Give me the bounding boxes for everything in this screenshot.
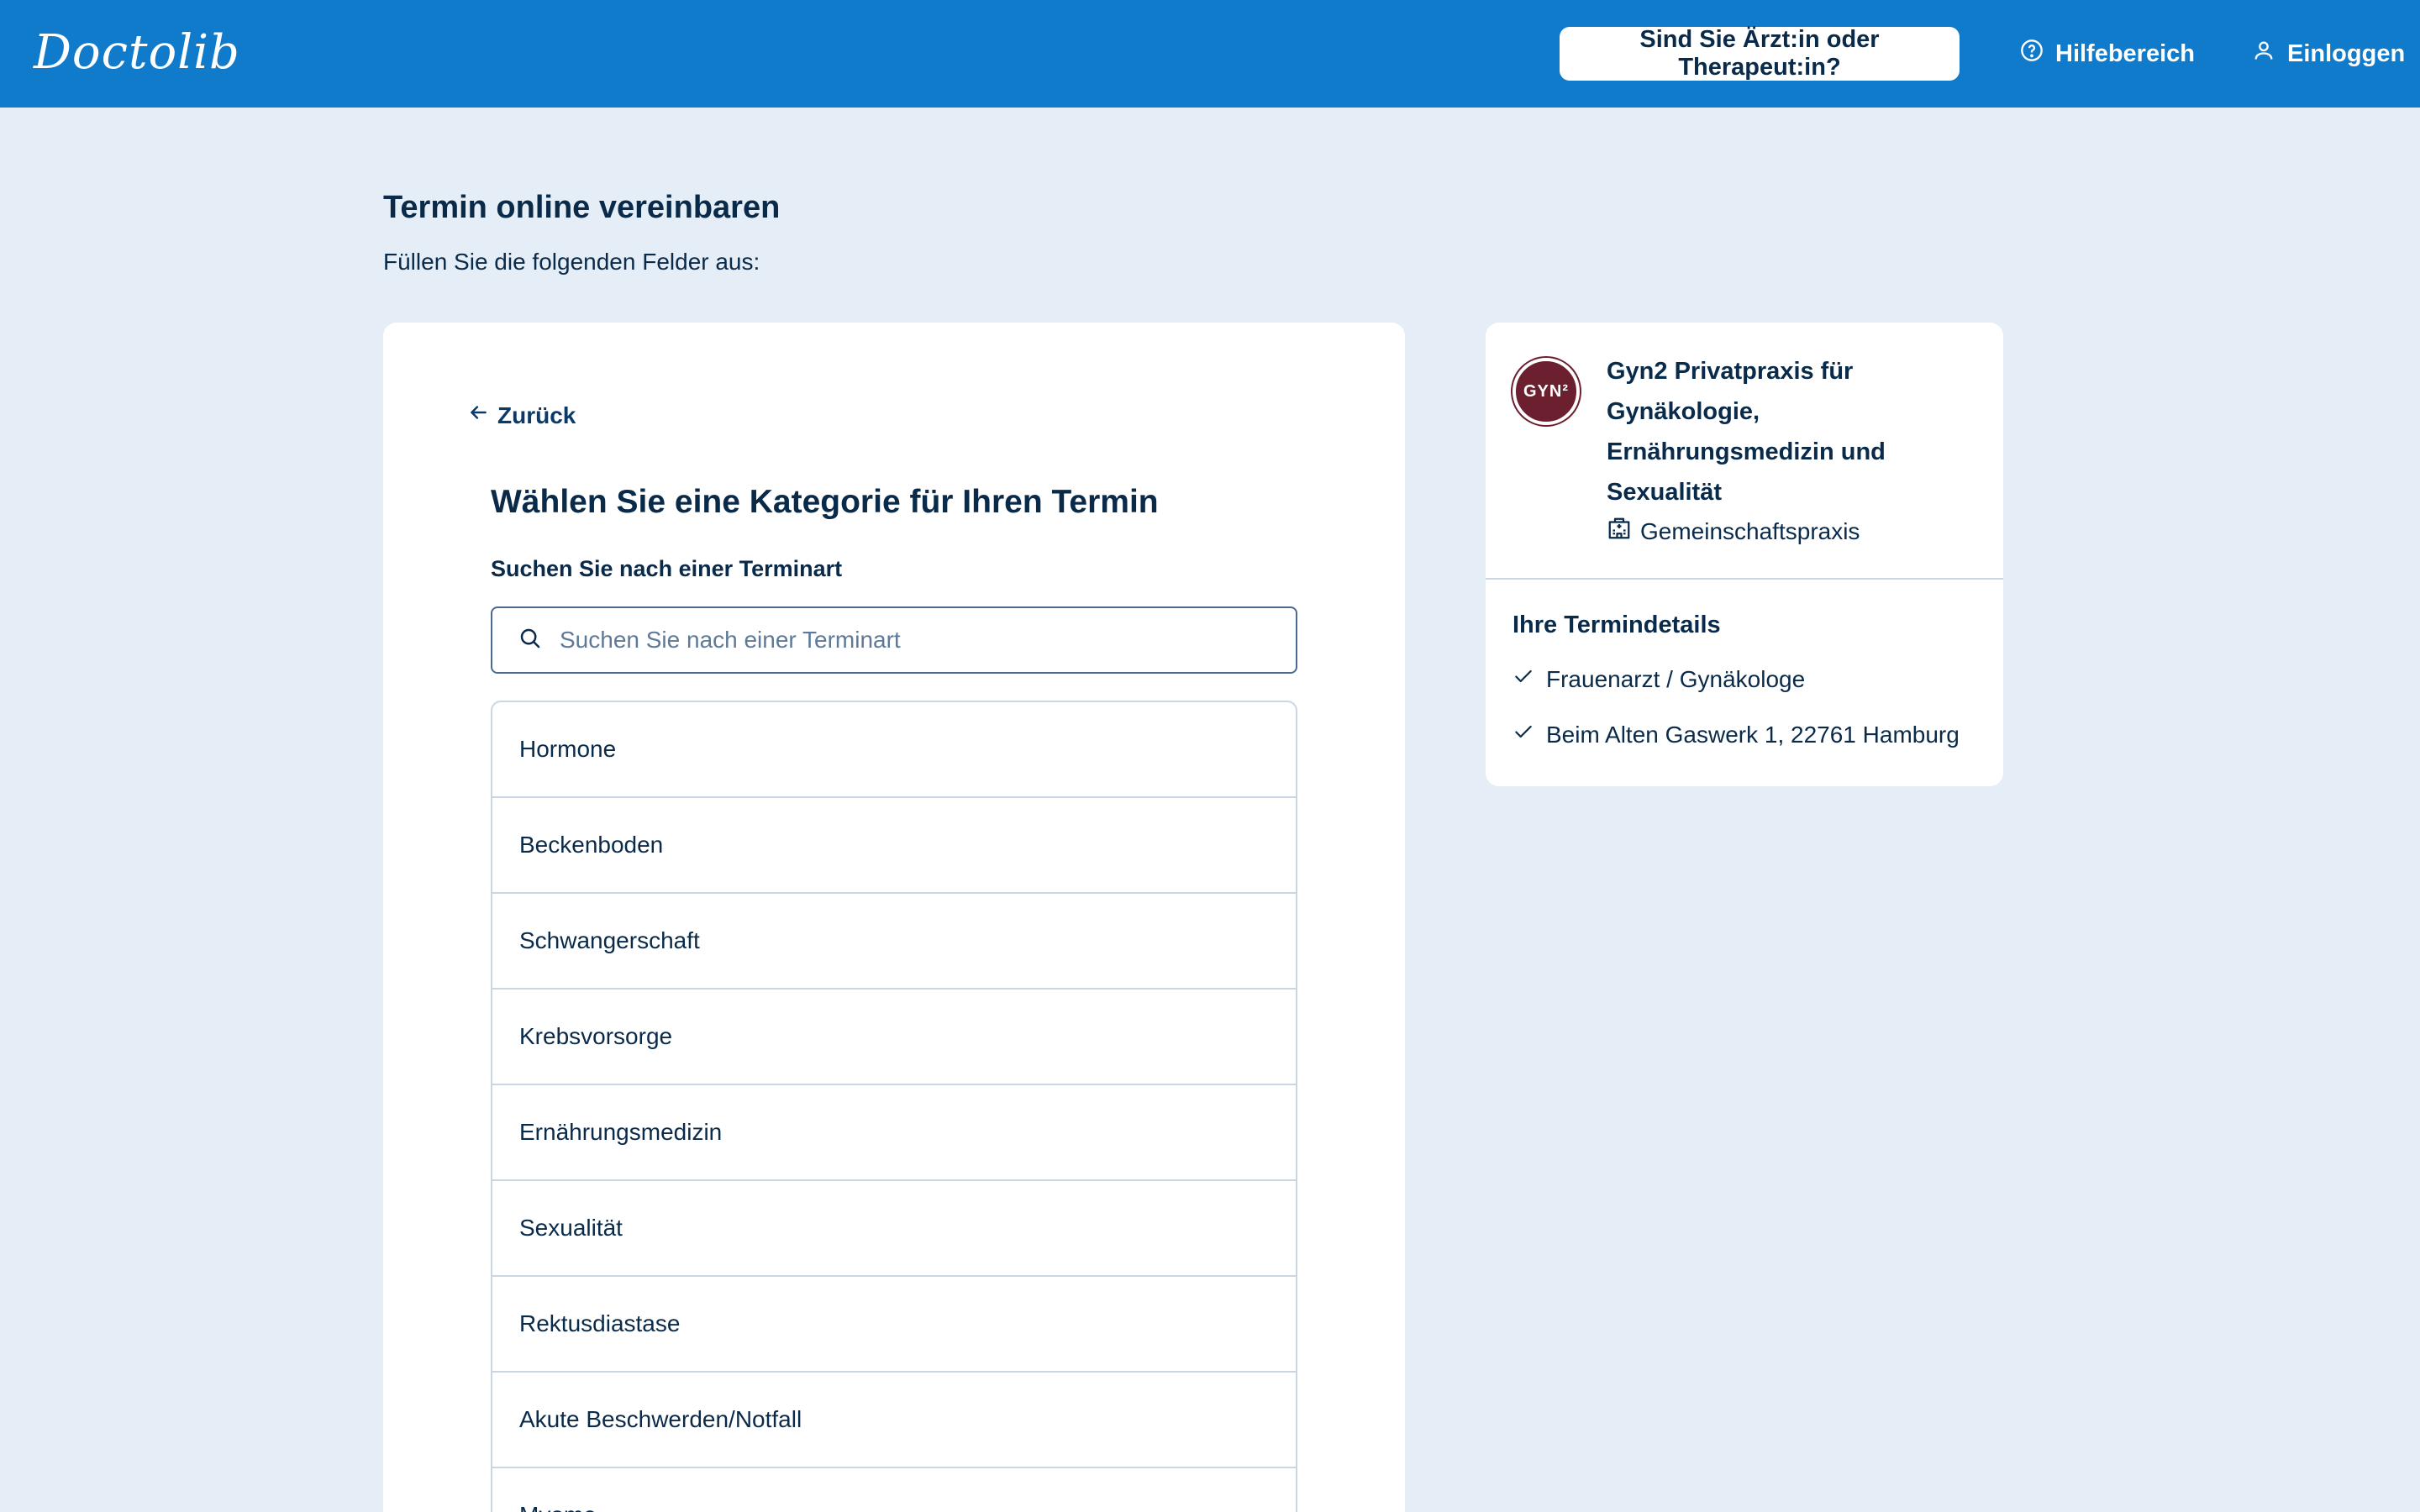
help-icon <box>2020 39 2044 69</box>
back-link[interactable]: Zurück <box>467 402 576 429</box>
back-label: Zurück <box>497 402 576 428</box>
search-field[interactable] <box>491 606 1297 674</box>
page-title: Termin online vereinbaren <box>383 190 781 225</box>
check-icon <box>1512 721 1534 748</box>
practice-avatar: GYN² <box>1512 358 1580 425</box>
practice-type-label: Gemeinschaftspraxis <box>1640 517 1860 544</box>
category-list: Hormone Beckenboden Schwangerschaft Kreb… <box>491 701 1297 1512</box>
divider <box>1486 578 2003 580</box>
top-header: Doctolib Sind Sie Ärzt:in oder Therapeut… <box>0 0 2420 108</box>
detail-specialty: Frauenarzt / Gynäkologe <box>1512 665 1805 693</box>
booking-card: Zurück Wählen Sie eine Kategorie für Ihr… <box>383 323 1405 1512</box>
detail-address: Beim Alten Gaswerk 1, 22761 Hamburg <box>1512 721 1960 748</box>
practice-summary-card: GYN² Gyn2 Privatpraxis für Gynäkologie, … <box>1486 323 2003 786</box>
page-subtitle: Füllen Sie die folgenden Felder aus: <box>383 249 760 275</box>
detail-specialty-label: Frauenarzt / Gynäkologe <box>1546 665 1806 692</box>
doctolib-logo[interactable]: Doctolib <box>34 25 240 80</box>
category-item-notfall[interactable]: Akute Beschwerden/Notfall <box>492 1373 1296 1468</box>
help-link[interactable]: Hilfebereich <box>2020 27 2195 81</box>
building-icon <box>1607 516 1632 547</box>
category-item-myome[interactable]: Myome <box>492 1468 1296 1512</box>
professional-button[interactable]: Sind Sie Ärzt:in oder Therapeut:in? <box>1560 26 1960 81</box>
search-label: Suchen Sie nach einer Terminart <box>491 556 843 581</box>
arrow-left-icon <box>467 402 489 429</box>
appointment-details-title: Ihre Termindetails <box>1512 612 1721 638</box>
login-label: Einloggen <box>2287 39 2406 67</box>
practice-type: Gemeinschaftspraxis <box>1607 516 1860 547</box>
category-heading: Wählen Sie eine Kategorie für Ihren Term… <box>491 484 1159 520</box>
category-item-krebsvorsorge[interactable]: Krebsvorsorge <box>492 990 1296 1085</box>
detail-address-label: Beim Alten Gaswerk 1, 22761 Hamburg <box>1546 721 1960 748</box>
login-link[interactable]: Einloggen <box>2252 27 2405 81</box>
category-item-schwangerschaft[interactable]: Schwangerschaft <box>492 894 1296 990</box>
category-item-rektusdiastase[interactable]: Rektusdiastase <box>492 1277 1296 1373</box>
category-item-beckenboden[interactable]: Beckenboden <box>492 798 1296 894</box>
practice-name: Gyn2 Privatpraxis für Gynäkologie, Ernäh… <box>1607 358 1886 506</box>
category-item-hormone[interactable]: Hormone <box>492 702 1296 798</box>
category-item-ernaehrungsmedizin[interactable]: Ernährungsmedizin <box>492 1085 1296 1181</box>
search-icon <box>518 626 543 655</box>
search-input[interactable] <box>560 627 1282 654</box>
user-icon <box>2252 39 2275 69</box>
help-label: Hilfebereich <box>2055 39 2195 67</box>
category-item-sexualitaet[interactable]: Sexualität <box>492 1181 1296 1277</box>
check-icon <box>1512 665 1534 693</box>
